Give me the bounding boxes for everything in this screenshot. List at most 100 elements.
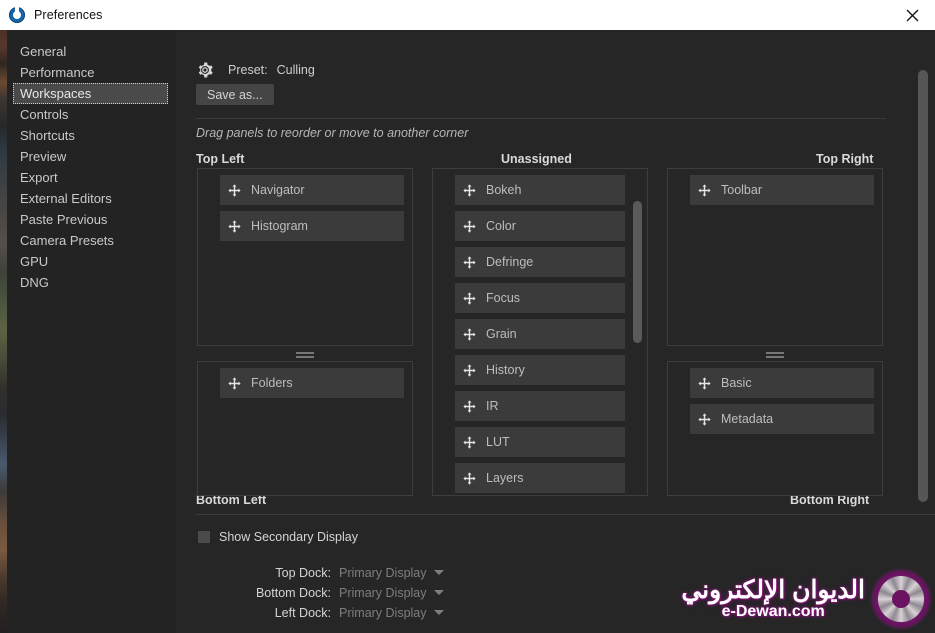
panel-item[interactable]: Navigator — [220, 175, 404, 205]
panel-item[interactable]: Histogram — [220, 211, 404, 241]
panel-item[interactable]: IR — [455, 391, 625, 421]
heading-top-left: Top Left — [196, 152, 245, 166]
pane-scrollbar-thumb[interactable] — [918, 70, 928, 502]
move-handle-icon — [463, 183, 476, 197]
divider-top — [196, 118, 886, 119]
pane-scrollbar[interactable] — [918, 70, 928, 540]
panel-item-label: Toolbar — [721, 183, 762, 197]
panel-group-unassigned[interactable]: Bokeh Color Defringe Focus Grain History… — [432, 168, 648, 496]
panel-item[interactable]: Focus — [455, 283, 625, 313]
show-secondary-display-checkbox[interactable] — [198, 531, 210, 543]
panel-group-top-left[interactable]: Navigator Histogram — [197, 168, 413, 346]
left-dock-select[interactable]: Primary Display — [339, 606, 444, 620]
panel-item[interactable]: History — [455, 355, 625, 385]
panel-item-label: Grain — [486, 327, 517, 341]
move-handle-icon — [463, 291, 476, 305]
left-dock-value: Primary Display — [339, 605, 427, 620]
splitter-left[interactable] — [296, 352, 314, 358]
gear-icon[interactable] — [196, 61, 214, 79]
show-secondary-display-row[interactable]: Show Secondary Display — [198, 530, 358, 544]
drag-hint-text: Drag panels to reorder or move to anothe… — [196, 126, 469, 140]
move-handle-icon — [698, 376, 711, 390]
move-handle-icon — [463, 363, 476, 377]
title-bar: Preferences — [0, 0, 935, 30]
top-dock-select[interactable]: Primary Display — [339, 566, 444, 580]
panel-item[interactable]: Defringe — [455, 247, 625, 277]
panel-group-bottom-right[interactable]: Basic Metadata — [667, 361, 883, 496]
sidebar-item-paste-previous[interactable]: Paste Previous — [13, 209, 168, 230]
sidebar-item-controls[interactable]: Controls — [13, 104, 168, 125]
sidebar-item-dng[interactable]: DNG — [13, 272, 168, 293]
bottom-dock-row: Bottom Dock: Primary Display — [222, 583, 444, 602]
move-handle-icon — [698, 412, 711, 426]
preferences-sidebar: General Performance Workspaces Controls … — [7, 30, 176, 633]
top-dock-row: Top Dock: Primary Display — [222, 563, 444, 582]
sidebar-item-gpu[interactable]: GPU — [13, 251, 168, 272]
panel-item[interactable]: Grain — [455, 319, 625, 349]
save-as-button[interactable]: Save as... — [196, 84, 274, 105]
panel-item-label: Bokeh — [486, 183, 522, 197]
show-secondary-display-label: Show Secondary Display — [219, 530, 358, 544]
left-dock-label: Left Dock: — [274, 605, 331, 620]
sidebar-item-export[interactable]: Export — [13, 167, 168, 188]
background-photo-sliver — [0, 30, 7, 633]
unassigned-scrollbar[interactable] — [633, 173, 642, 493]
splitter-right[interactable] — [766, 352, 784, 358]
preset-row: Preset: Culling — [196, 61, 315, 79]
sidebar-item-shortcuts[interactable]: Shortcuts — [13, 125, 168, 146]
panel-group-bottom-left[interactable]: Folders — [197, 361, 413, 496]
bottom-dock-value: Primary Display — [339, 585, 427, 600]
bottom-dock-label: Bottom Dock: — [255, 585, 331, 600]
preferences-dialog: Preferences General Performance Workspac… — [0, 0, 935, 633]
sidebar-item-preview[interactable]: Preview — [13, 146, 168, 167]
panel-item-label: Focus — [486, 291, 521, 305]
move-handle-icon — [228, 183, 241, 197]
chevron-down-icon — [433, 570, 444, 575]
sidebar-item-performance[interactable]: Performance — [13, 62, 168, 83]
panel-item[interactable]: LUT — [455, 427, 625, 457]
panel-item-label: Basic — [721, 376, 752, 390]
heading-top-right: Top Right — [816, 152, 874, 166]
panel-item-label: IR — [486, 399, 499, 413]
panel-item[interactable]: Color — [455, 211, 625, 241]
move-handle-icon — [463, 327, 476, 341]
panel-item-label: Navigator — [251, 183, 305, 197]
panel-item-label: Folders — [251, 376, 293, 390]
sidebar-item-workspaces[interactable]: Workspaces — [13, 83, 168, 104]
move-handle-icon — [463, 471, 476, 485]
sidebar-item-camera-presets[interactable]: Camera Presets — [13, 230, 168, 251]
app-logo-icon — [9, 7, 25, 23]
panel-item[interactable]: Layers — [455, 463, 625, 493]
panel-group-top-right[interactable]: Toolbar — [667, 168, 883, 346]
panel-item[interactable]: Folders — [220, 368, 404, 398]
panel-item-label: Layers — [486, 471, 524, 485]
panel-item-label: Histogram — [251, 219, 308, 233]
move-handle-icon — [228, 376, 241, 390]
panel-item-label: LUT — [486, 435, 510, 449]
sidebar-item-external-editors[interactable]: External Editors — [13, 188, 168, 209]
close-button[interactable] — [889, 0, 935, 30]
unassigned-scrollbar-thumb[interactable] — [633, 201, 642, 343]
left-dock-row: Left Dock: Primary Display — [222, 603, 444, 622]
chevron-down-icon — [433, 590, 444, 595]
window-title: Preferences — [34, 8, 103, 22]
panel-item[interactable]: Bokeh — [455, 175, 625, 205]
panel-item-label: Defringe — [486, 255, 534, 269]
close-icon — [906, 9, 918, 21]
sidebar-item-general[interactable]: General — [13, 41, 168, 62]
panel-item[interactable]: Toolbar — [690, 175, 874, 205]
move-handle-icon — [698, 183, 711, 197]
move-handle-icon — [228, 219, 241, 233]
move-handle-icon — [463, 435, 476, 449]
preset-value[interactable]: Culling — [277, 63, 315, 77]
panel-item-label: Metadata — [721, 412, 774, 426]
bottom-dock-select[interactable]: Primary Display — [339, 586, 444, 600]
preset-label: Preset: — [228, 63, 268, 77]
workspaces-pane: Preset: Culling Save as... Drag panels t… — [176, 30, 935, 633]
panel-item[interactable]: Basic — [690, 368, 874, 398]
divider-bottom — [196, 514, 935, 515]
chevron-down-icon — [433, 610, 444, 615]
heading-unassigned: Unassigned — [501, 152, 572, 166]
move-handle-icon — [463, 219, 476, 233]
panel-item[interactable]: Metadata — [690, 404, 874, 434]
